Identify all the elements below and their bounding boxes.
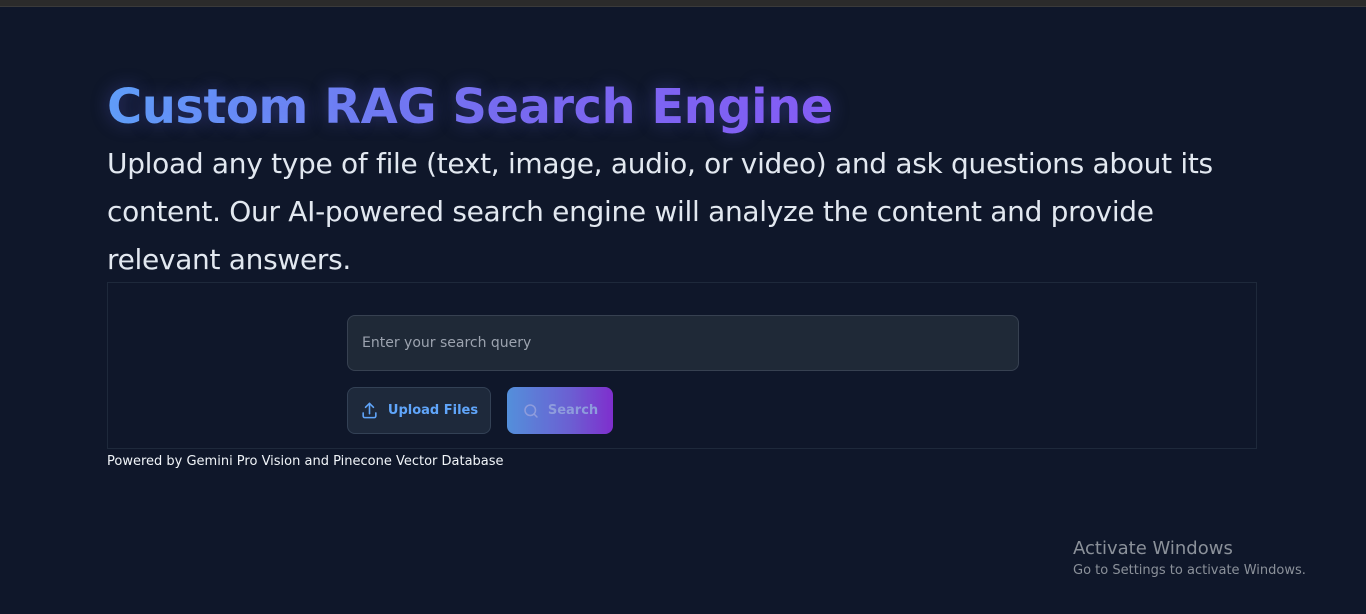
upload-files-button[interactable]: Upload Files: [347, 387, 491, 434]
page-title: Custom RAG Search Engine: [107, 76, 833, 138]
watermark-title: Activate Windows: [1073, 538, 1233, 559]
search-button-label: Search: [547, 403, 599, 418]
powered-by-text: Powered by Gemini Pro Vision and Pinecon…: [107, 454, 504, 469]
watermark-subtitle: Go to Settings to activate Windows.: [1073, 563, 1306, 578]
search-panel: Upload Files Search: [107, 282, 1257, 449]
activate-windows-watermark: Activate Windows Go to Settings to activ…: [1073, 538, 1306, 580]
upload-icon: [360, 401, 379, 420]
search-input[interactable]: [347, 315, 1019, 371]
browser-top-strip: [0, 0, 1366, 7]
search-button[interactable]: Search: [507, 387, 613, 434]
upload-files-label: Upload Files: [387, 403, 479, 418]
page-description: Upload any type of file (text, image, au…: [107, 147, 1213, 276]
search-icon: [522, 402, 540, 420]
